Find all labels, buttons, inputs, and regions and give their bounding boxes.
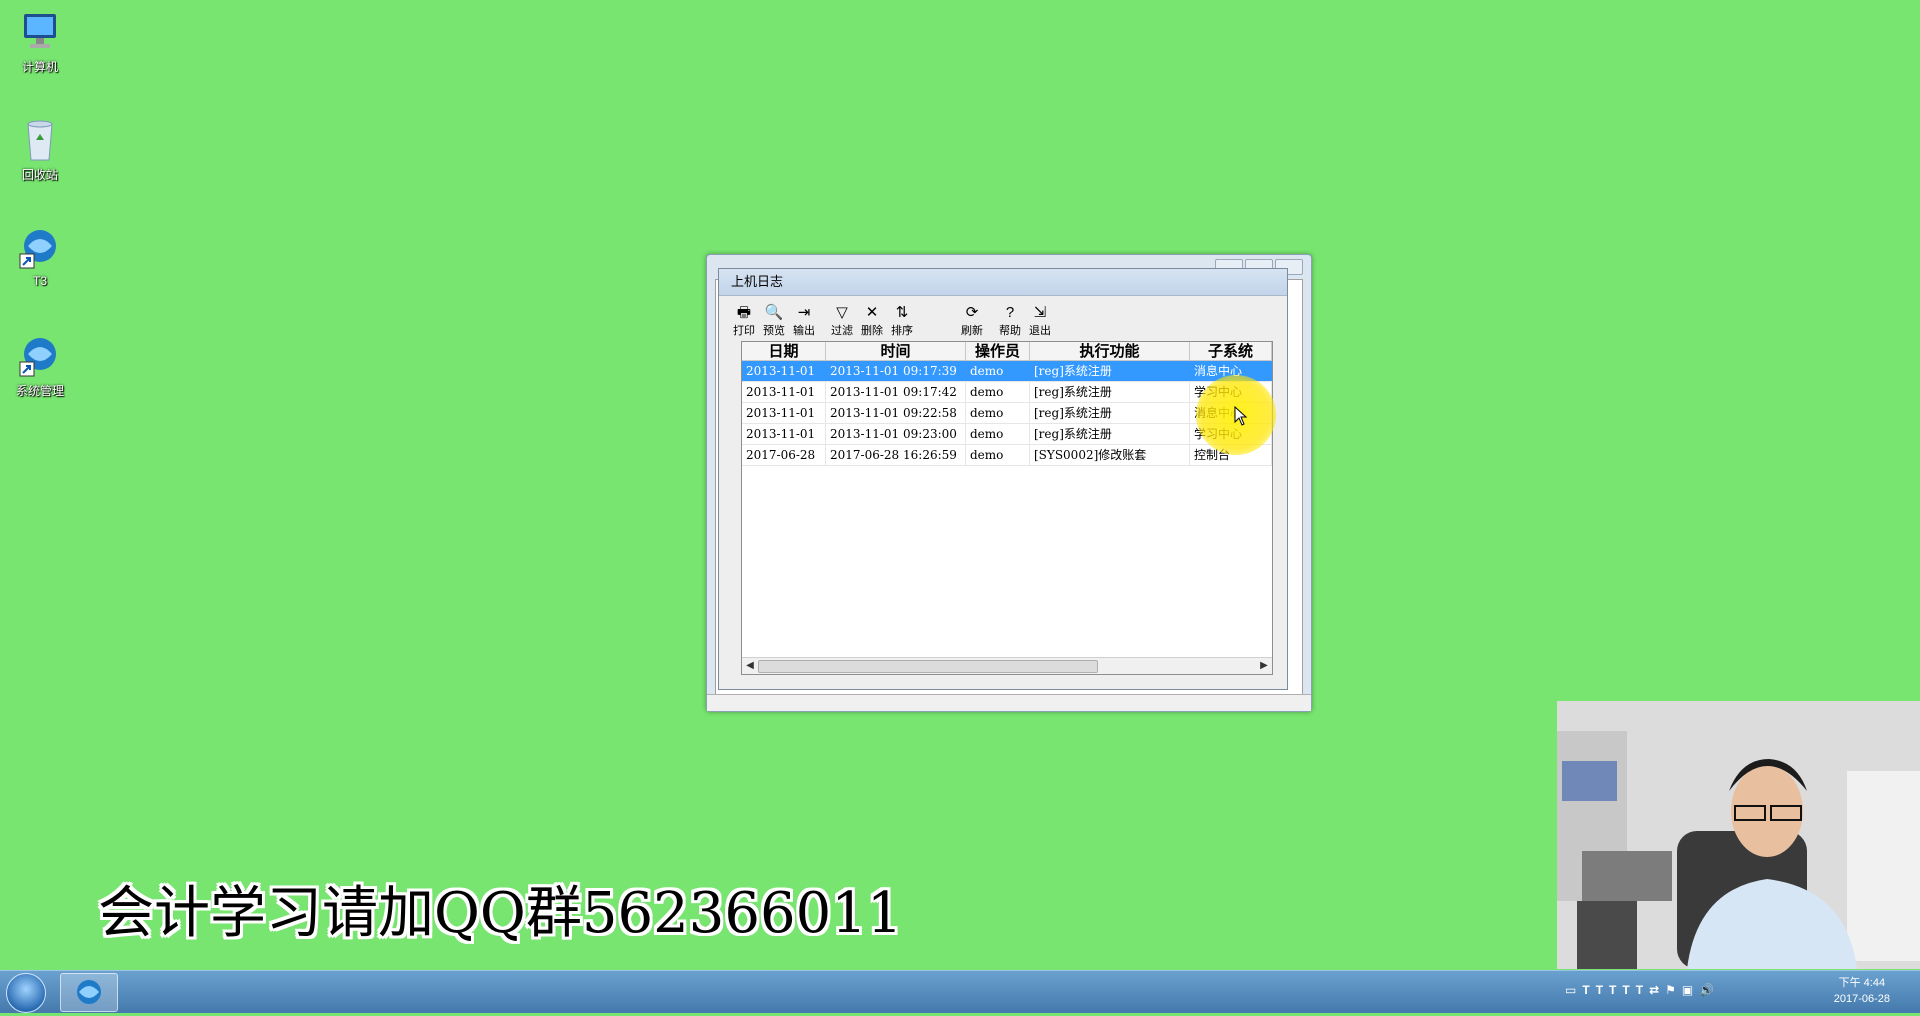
- flag-icon[interactable]: ⚑: [1665, 983, 1676, 997]
- volume-icon[interactable]: 🔊: [1699, 983, 1714, 997]
- taskbar-clock[interactable]: 下午 4:44 2017-06-28: [1834, 975, 1890, 1007]
- log-table: 日期 时间 操作员 执行功能 子系统 2013-11-01 2013-11-01 …: [741, 341, 1273, 675]
- cell-function: [reg]系统注册: [1030, 382, 1190, 402]
- taskbar: ▭ T T T T T ⇄ ⚑ ▣ 🔊 下午 4:44 2017-06-28: [0, 970, 1920, 1013]
- system-manage-icon: [16, 332, 64, 380]
- help-button[interactable]: ? 帮助: [995, 301, 1025, 339]
- cell-function: [reg]系统注册: [1030, 361, 1190, 381]
- cell-function: [SYS0002]修改账套: [1030, 445, 1190, 465]
- cell-time: 2017-06-28 16:26:59: [826, 445, 966, 465]
- desktop-icon-label: 系统管理: [15, 384, 64, 398]
- cell-subsystem: 学习中心: [1190, 424, 1272, 444]
- sort-icon: ⇅: [895, 304, 909, 321]
- caption-overlay: 会计学习请加QQ群562366011: [98, 881, 903, 946]
- table-row[interactable]: 2013-11-01 2013-11-01 09:17:42 demo [reg]系统…: [742, 382, 1272, 403]
- desktop-icon-label: T3: [32, 274, 47, 288]
- cell-operator: demo: [966, 382, 1030, 402]
- clock-time: 下午 4:44: [1838, 977, 1886, 989]
- desktop-icon-label: 计算机: [21, 60, 58, 74]
- refresh-icon: ⟳: [965, 304, 979, 321]
- cell-time: 2013-11-01 09:23:00: [826, 424, 966, 444]
- system-tray: ▭ T T T T T ⇄ ⚑ ▣ 🔊: [1565, 983, 1714, 997]
- cell-date: 2013-11-01: [742, 382, 826, 402]
- export-icon: ⇥: [797, 304, 811, 321]
- preview-icon: 🔍: [764, 304, 784, 321]
- mouse-cursor-icon: [1234, 406, 1248, 426]
- log-dialog: 上机日志 🖶 打印 🔍 预览 ⇥ 输出 ▽ 过滤 ✕ 删除 ⇅ 排序 ⟳ 刷新 ? 帮助 ⇲ 退出…: [718, 268, 1288, 690]
- table-row[interactable]: 2013-11-01 2013-11-01 09:22:58 demo [reg]系统…: [742, 403, 1272, 424]
- cell-function: [reg]系统注册: [1030, 403, 1190, 423]
- sort-button[interactable]: ⇅ 排序: [887, 301, 917, 339]
- column-header-date[interactable]: 日期: [742, 342, 826, 360]
- tray-app-icon[interactable]: T: [1596, 983, 1603, 997]
- delete-button[interactable]: ✕ 删除: [857, 301, 887, 339]
- status-bar: [707, 694, 1311, 711]
- export-button[interactable]: ⇥ 输出: [789, 301, 819, 339]
- start-button[interactable]: [6, 973, 46, 1013]
- desktop-icon-computer[interactable]: 计算机: [0, 8, 80, 75]
- column-header-function[interactable]: 执行功能: [1030, 342, 1190, 360]
- table-header: 日期 时间 操作员 执行功能 子系统: [742, 342, 1272, 361]
- cell-time: 2013-11-01 09:17:42: [826, 382, 966, 402]
- tray-app-icon[interactable]: T: [1622, 983, 1629, 997]
- filter-button[interactable]: ▽ 过滤: [827, 301, 857, 339]
- cell-subsystem: 学习中心: [1190, 382, 1272, 402]
- cell-operator: demo: [966, 424, 1030, 444]
- column-header-subsystem[interactable]: 子系统: [1190, 342, 1272, 360]
- cell-date: 2013-11-01: [742, 361, 826, 381]
- cell-operator: demo: [966, 445, 1030, 465]
- column-header-time[interactable]: 时间: [826, 342, 966, 360]
- cell-function: [reg]系统注册: [1030, 424, 1190, 444]
- cell-time: 2013-11-01 09:22:58: [826, 403, 966, 423]
- cell-operator: demo: [966, 361, 1030, 381]
- printer-icon: 🖶: [736, 304, 752, 321]
- cell-time: 2013-11-01 09:17:39: [826, 361, 966, 381]
- scroll-thumb[interactable]: [758, 660, 1098, 673]
- desktop-icon-t3[interactable]: T3: [0, 224, 80, 288]
- exit-icon: ⇲: [1033, 304, 1047, 321]
- preview-button[interactable]: 🔍 预览: [759, 301, 789, 339]
- cell-subsystem: 消息中心: [1190, 361, 1272, 381]
- desktop-icon-label: 回收站: [21, 168, 58, 182]
- cell-date: 2013-11-01: [742, 424, 826, 444]
- refresh-button[interactable]: ⟳ 刷新: [957, 301, 987, 339]
- network-icon[interactable]: ⇄: [1649, 983, 1659, 997]
- tray-app-icon[interactable]: T: [1609, 983, 1616, 997]
- exit-button[interactable]: ⇲ 退出: [1025, 301, 1055, 339]
- toolbar: 🖶 打印 🔍 预览 ⇥ 输出 ▽ 过滤 ✕ 删除 ⇅ 排序 ⟳ 刷新 ? 帮助 ⇲ 退出: [729, 299, 1055, 339]
- taskbar-app-t3[interactable]: [60, 973, 118, 1012]
- cell-date: 2017-06-28: [742, 445, 826, 465]
- recycle-bin-icon: [16, 116, 64, 164]
- desktop-icon-recycle-bin[interactable]: 回收站: [0, 116, 80, 183]
- computer-icon: [16, 8, 64, 56]
- table-row[interactable]: 2017-06-28 2017-06-28 16:26:59 demo [SYS000…: [742, 445, 1272, 466]
- tray-app-icon[interactable]: T: [1636, 983, 1643, 997]
- dialog-title: 上机日志: [719, 269, 1287, 296]
- scroll-right-arrow-icon[interactable]: ▶: [1256, 658, 1272, 674]
- column-header-operator[interactable]: 操作员: [966, 342, 1030, 360]
- t3-app-icon: [16, 224, 64, 272]
- table-row[interactable]: 2013-11-01 2013-11-01 09:23:00 demo [reg]系统…: [742, 424, 1272, 445]
- cell-subsystem: 控制台: [1190, 445, 1272, 465]
- horizontal-scrollbar[interactable]: ◀ ▶: [742, 657, 1272, 674]
- filter-icon: ▽: [836, 304, 848, 321]
- desktop-icon-system-manage[interactable]: 系统管理: [0, 332, 80, 399]
- tray-app-icon[interactable]: T: [1582, 983, 1589, 997]
- clock-date: 2017-06-28: [1833, 993, 1890, 1005]
- keyboard-icon[interactable]: ▭: [1565, 983, 1576, 997]
- delete-icon: ✕: [865, 304, 879, 321]
- cell-subsystem: 消息中心: [1190, 403, 1272, 423]
- cell-date: 2013-11-01: [742, 403, 826, 423]
- help-icon: ?: [1005, 304, 1015, 321]
- print-button[interactable]: 🖶 打印: [729, 301, 759, 339]
- monitor-icon[interactable]: ▣: [1682, 983, 1693, 997]
- webcam-video: [1557, 701, 1920, 969]
- t3-app-icon: [77, 980, 101, 1004]
- scroll-left-arrow-icon[interactable]: ◀: [742, 658, 758, 674]
- table-row[interactable]: 2013-11-01 2013-11-01 09:17:39 demo [reg]系统…: [742, 361, 1272, 382]
- cell-operator: demo: [966, 403, 1030, 423]
